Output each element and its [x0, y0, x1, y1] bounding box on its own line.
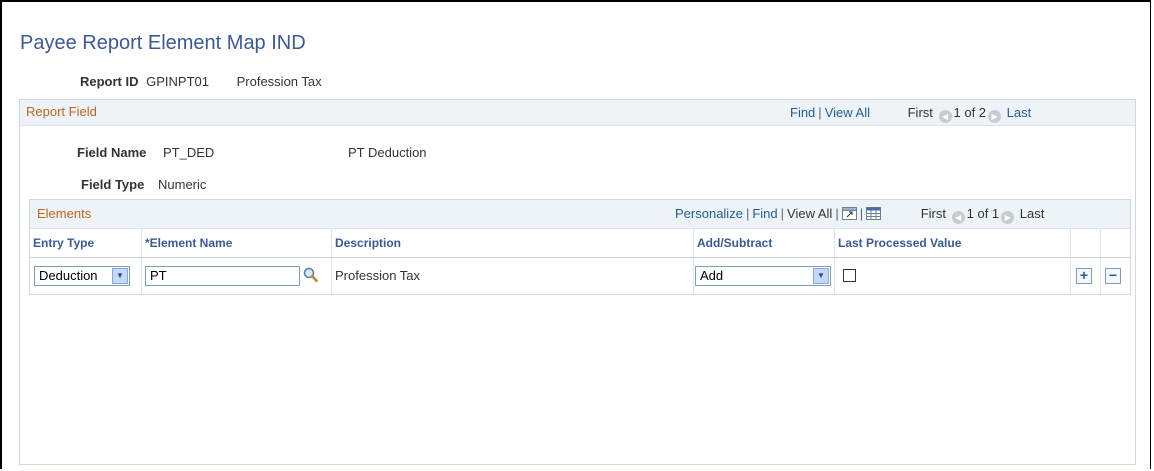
plus-icon[interactable]: +	[1076, 268, 1092, 284]
cell-add-row: +	[1071, 258, 1101, 294]
elements-left-arrow-icon[interactable]: ◀	[951, 211, 965, 224]
description-value: Profession Tax	[335, 268, 421, 283]
field-name-label: Field Name	[77, 145, 147, 160]
page-title: Payee Report Element Map IND	[20, 32, 306, 54]
chevron-down-icon[interactable]: ▼	[112, 268, 128, 284]
field-name-value: PT_DED	[163, 145, 215, 160]
view-all-link[interactable]: View All	[825, 105, 870, 120]
last-processed-checkbox[interactable]	[843, 269, 856, 282]
report-id-label: Report ID	[80, 74, 139, 89]
elements-view-all[interactable]: View All	[787, 206, 832, 221]
cell-element-name: PT	[142, 258, 332, 294]
download-excel-icon[interactable]	[866, 207, 882, 223]
col-description[interactable]: Description	[332, 229, 694, 258]
record-position: 1 of 2	[953, 105, 987, 120]
col-add-subtract[interactable]: Add/Subtract	[694, 229, 835, 258]
elements-title: Elements	[37, 206, 92, 221]
col-delete-action	[1101, 229, 1130, 258]
elements-title-row: Elements Personalize | Find | View All | | Fir…	[30, 200, 1130, 228]
chevron-down-icon[interactable]: ▼	[813, 268, 829, 284]
entry-type-value: Deduction	[39, 268, 98, 283]
right-arrow-icon[interactable]: ▶	[988, 110, 1002, 123]
field-type-label: Field Type	[81, 177, 145, 192]
zoom-grid-icon[interactable]	[841, 207, 857, 223]
report-id-value: GPINPT01	[146, 74, 209, 89]
first-label: First	[907, 105, 933, 120]
cell-last-processed	[835, 258, 1071, 294]
cell-entry-type: Deduction ▼	[30, 258, 142, 294]
minus-icon[interactable]: −	[1105, 268, 1121, 284]
add-subtract-select[interactable]: Add ▼	[695, 266, 831, 286]
report-id-row: Report ID GPINPT01 Profession Tax	[80, 74, 322, 89]
elements-grid: Elements Personalize | Find | View All | | Fir…	[29, 199, 1131, 295]
col-element-name[interactable]: *Element Name	[142, 229, 332, 258]
col-last-processed-value[interactable]: Last Processed Value	[835, 229, 1071, 258]
find-link[interactable]: Find	[790, 105, 815, 120]
report-field-title: Report Field	[26, 104, 97, 119]
cell-add-subtract: Add ▼	[694, 258, 835, 294]
magnifier-icon[interactable]	[303, 267, 318, 286]
cell-description: Profession Tax	[332, 258, 694, 294]
field-type-value: Numeric	[158, 177, 207, 192]
elements-right-arrow-icon[interactable]: ▶	[1001, 211, 1015, 224]
add-subtract-value: Add	[700, 268, 724, 283]
table-row: Deduction ▼ PT Profession Tax Add ▼ + −	[30, 258, 1130, 294]
report-field-header: Report Field Find | View All First ◀ 1 of 2…	[20, 100, 1135, 126]
report-field-nav: Find | View All First ◀ 1 of 2 ▶ Last	[790, 105, 1032, 123]
col-entry-type[interactable]: Entry Type	[30, 229, 142, 258]
cell-delete-row: −	[1101, 258, 1130, 294]
elements-grid-header: Entry Type *Element Name Description Add…	[30, 228, 1130, 258]
elements-first-label: First	[920, 206, 946, 221]
report-description: Profession Tax	[236, 74, 322, 89]
last-link[interactable]: Last	[1007, 105, 1032, 120]
col-add-action	[1071, 229, 1101, 258]
element-name-input[interactable]: PT	[145, 266, 300, 286]
left-arrow-icon[interactable]: ◀	[938, 110, 952, 123]
entry-type-select[interactable]: Deduction ▼	[34, 266, 130, 286]
elements-last-label: Last	[1019, 206, 1045, 221]
elements-nav: Personalize | Find | View All | | First ◀ 1 of …	[675, 206, 1045, 224]
elements-record-position: 1 of 1	[966, 206, 1000, 221]
elements-find-link[interactable]: Find	[752, 206, 777, 221]
field-name-description: PT Deduction	[348, 145, 427, 160]
personalize-link[interactable]: Personalize	[675, 206, 743, 221]
